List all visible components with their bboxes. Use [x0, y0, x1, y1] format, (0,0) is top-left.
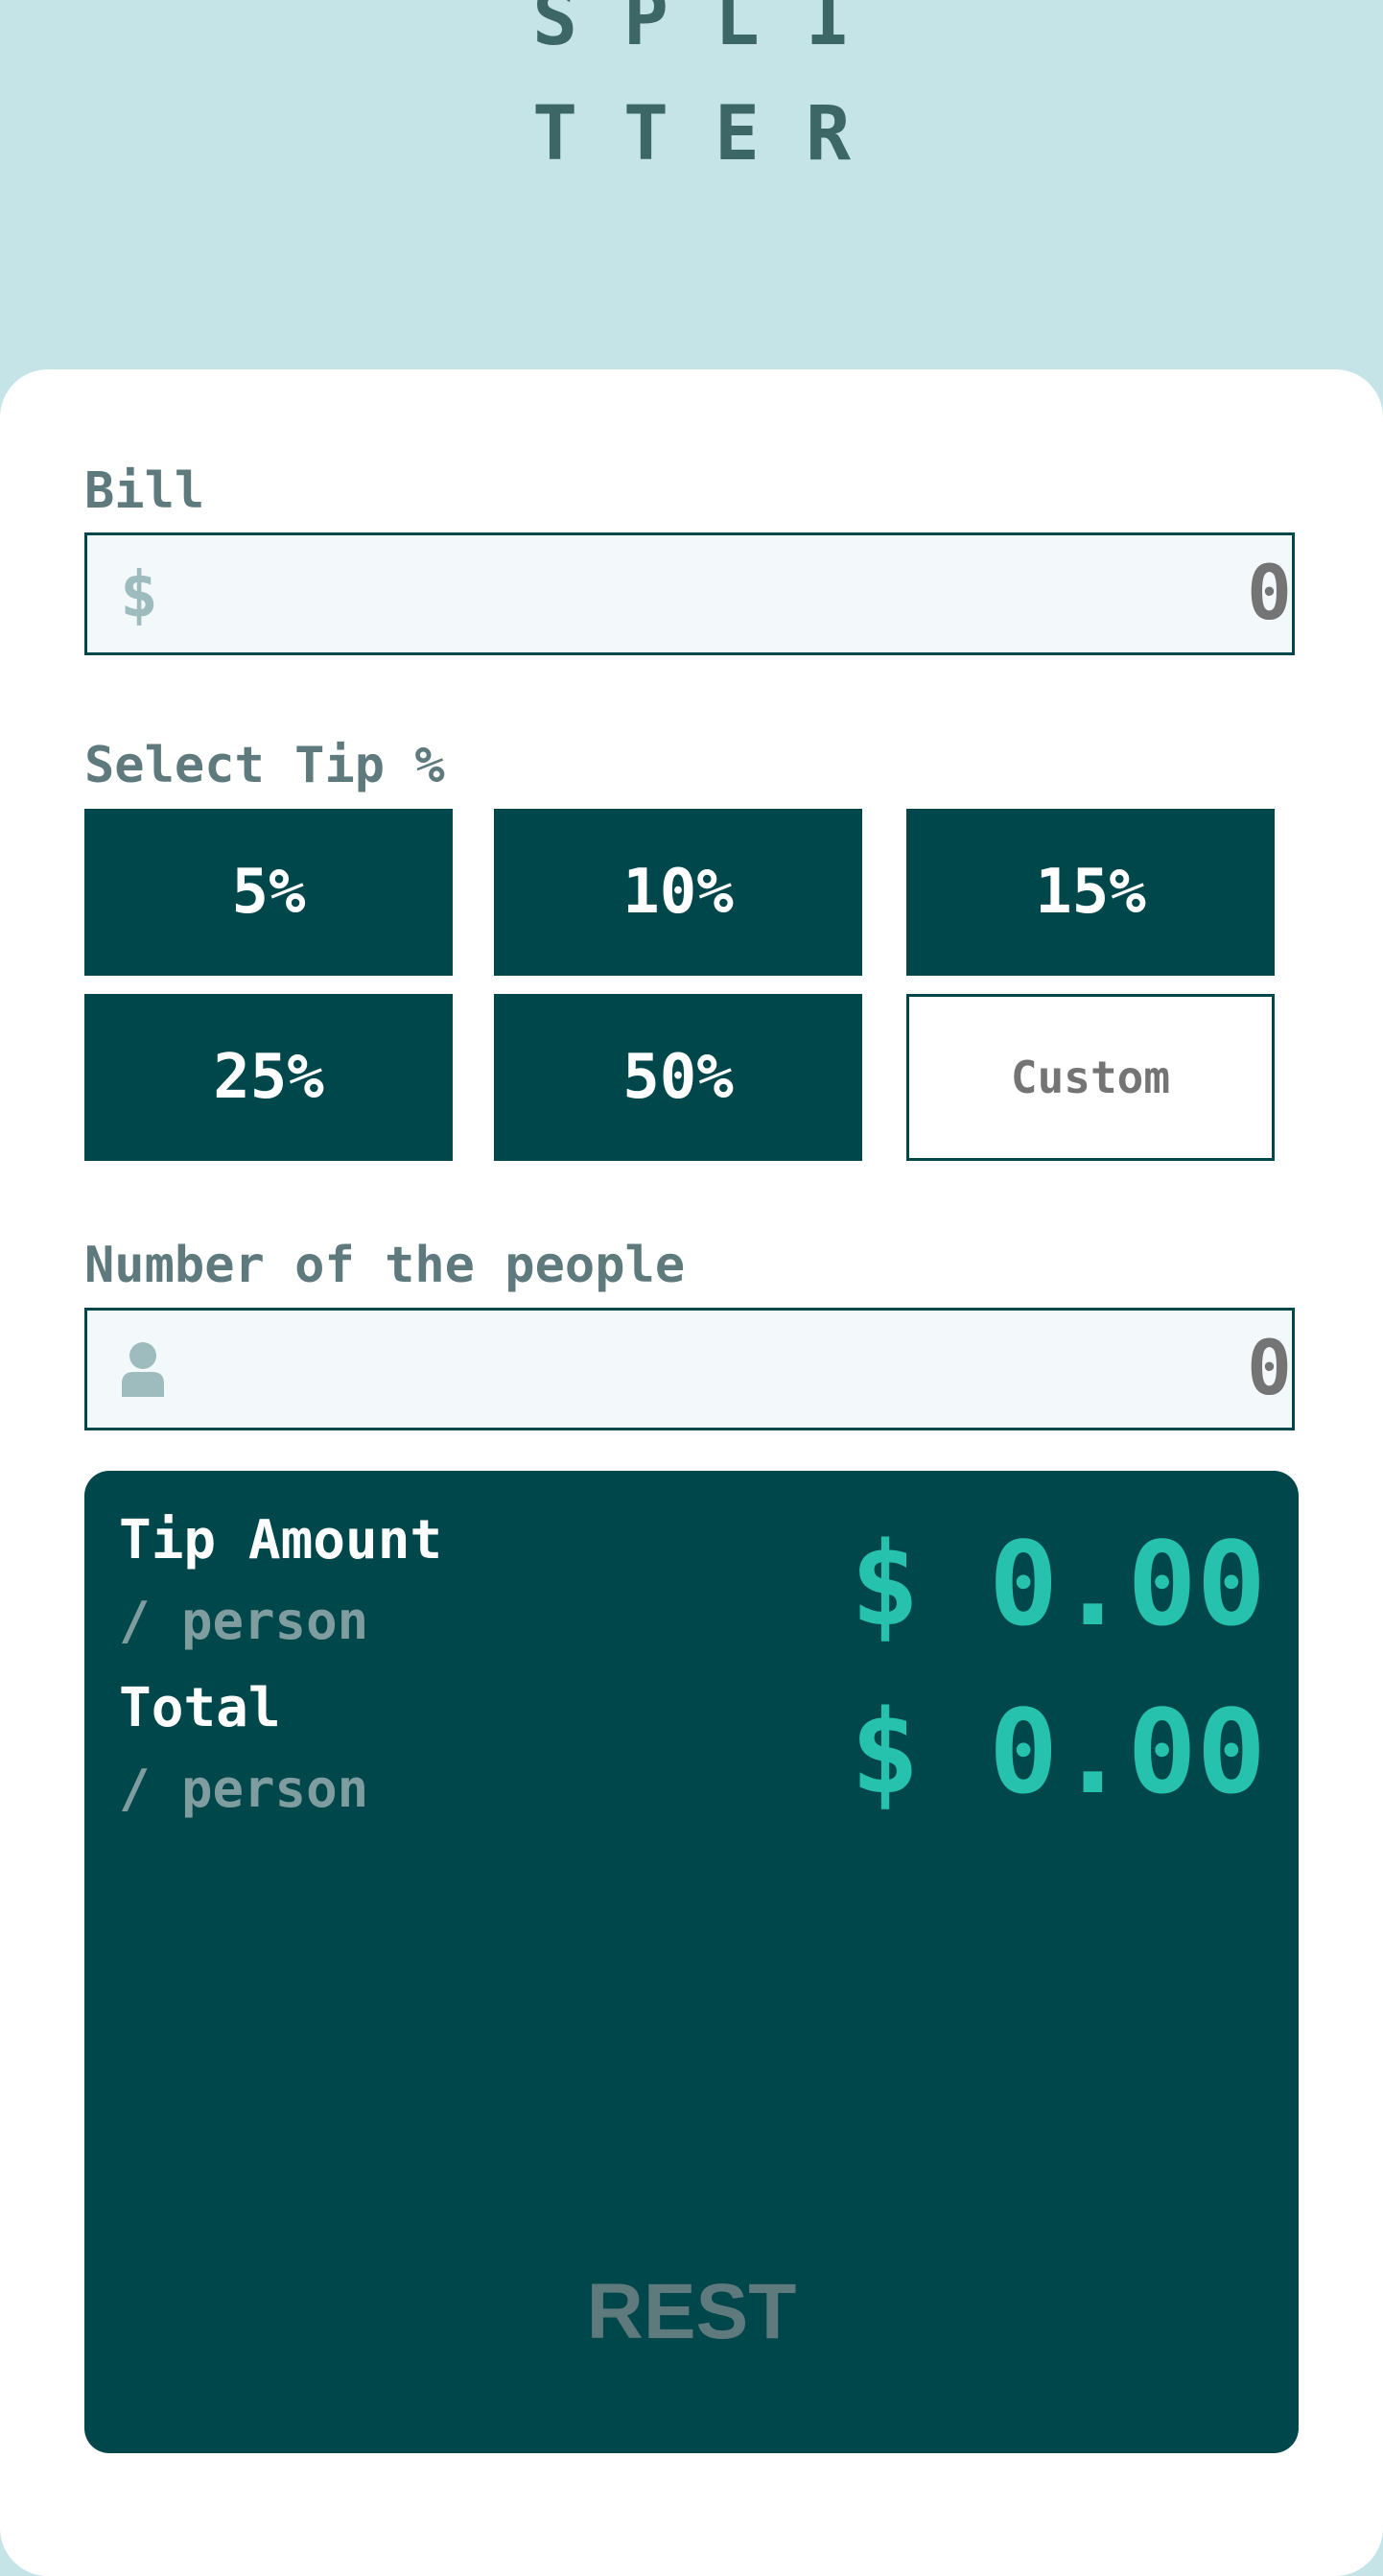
- reset-button[interactable]: REST: [84, 2267, 1299, 2357]
- tip-amount-label: Tip Amount: [119, 1509, 443, 1572]
- result-panel: Tip Amount / person $ 0.00 Total / perso…: [84, 1471, 1299, 2453]
- tip-custom-input[interactable]: Custom: [906, 994, 1275, 1161]
- tip-button-5[interactable]: 5%: [84, 809, 453, 976]
- people-label: Number of the people: [84, 1237, 686, 1294]
- tip-amount-sub: / person: [119, 1591, 369, 1651]
- logo-line-2: TTER: [532, 91, 897, 177]
- bill-label: Bill: [84, 462, 205, 520]
- app-logo: SPLI TTER: [0, 0, 1383, 192]
- tip-amount-value: $ 0.00: [850, 1519, 1266, 1652]
- logo-line-1: SPLI: [532, 0, 897, 62]
- total-label: Total: [119, 1677, 281, 1739]
- tip-button-10[interactable]: 10%: [494, 809, 862, 976]
- people-value[interactable]: 0: [1247, 1311, 1292, 1428]
- tip-button-50[interactable]: 50%: [494, 994, 862, 1161]
- tip-button-15[interactable]: 15%: [906, 809, 1275, 976]
- total-value: $ 0.00: [850, 1687, 1266, 1820]
- bill-value[interactable]: 0: [1247, 535, 1292, 652]
- people-input[interactable]: 0: [84, 1308, 1295, 1430]
- tip-button-25[interactable]: 25%: [84, 994, 453, 1161]
- bill-input[interactable]: $ 0: [84, 532, 1295, 655]
- dollar-icon: $: [120, 556, 158, 631]
- select-tip-label: Select Tip %: [84, 737, 445, 794]
- total-sub: / person: [119, 1759, 369, 1819]
- person-icon: [120, 1311, 166, 1428]
